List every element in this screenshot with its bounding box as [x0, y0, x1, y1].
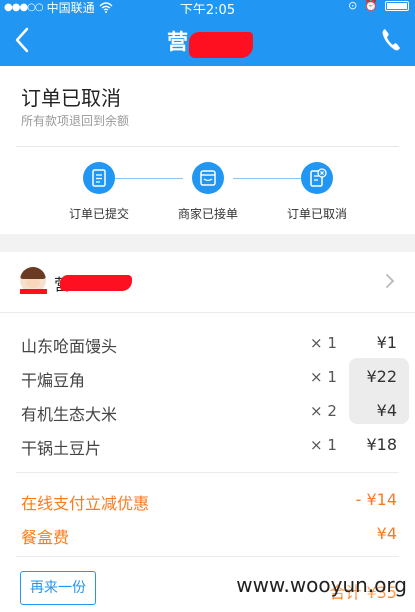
redaction-mark	[189, 32, 253, 58]
status-icons: ⊙ ⏰	[348, 0, 409, 12]
order-item: 山东呛面馒头 × 1 ¥1	[0, 328, 415, 360]
divider	[16, 146, 399, 147]
alarm-icon: ⏰	[364, 0, 378, 12]
divider	[0, 312, 415, 313]
watermark: www.wooyun.org	[236, 573, 407, 597]
item-price: ¥1	[376, 333, 397, 352]
store-icon	[192, 162, 224, 194]
step-label: 订单已提交	[68, 207, 129, 221]
step-order-submitted: 订单已提交	[54, 162, 144, 222]
document-icon	[83, 162, 115, 194]
redaction-mark	[20, 289, 47, 294]
battery-icon	[385, 0, 409, 11]
discount-row: 在线支付立减优惠 - ¥14	[0, 487, 415, 515]
item-price: ¥22	[366, 367, 397, 386]
nav-bar: 营	[0, 14, 415, 66]
step-label: 订单已取消	[286, 207, 347, 221]
chevron-right-icon[interactable]	[383, 272, 397, 290]
divider	[16, 556, 399, 557]
fee-name: 餐盒费	[21, 528, 70, 547]
fee-amount: - ¥14	[355, 490, 397, 509]
shop-row[interactable]: 营	[0, 252, 415, 312]
redaction-mark	[60, 275, 132, 291]
cancelled-document-icon	[301, 162, 333, 194]
back-icon[interactable]	[8, 22, 38, 58]
phone-icon[interactable]	[379, 26, 403, 54]
step-order-cancelled: 订单已取消	[272, 162, 362, 222]
order-item: 干锅土豆片 × 1 ¥18	[0, 430, 415, 462]
order-status-title: 订单已取消	[21, 86, 121, 110]
reorder-button[interactable]: 再来一份	[20, 571, 96, 605]
order-status-subtitle: 所有款项退回到余额	[21, 114, 130, 128]
step-label: 商家已接单	[177, 207, 238, 221]
item-quantity: × 2	[310, 402, 337, 420]
lock-rotation-icon: ⊙	[348, 0, 358, 12]
item-name: 干煸豆角	[21, 371, 86, 390]
order-item: 干煸豆角 × 1 ¥22	[0, 362, 415, 394]
item-name: 有机生态大米	[21, 405, 118, 424]
item-quantity: × 1	[310, 368, 337, 386]
item-price: ¥18	[366, 435, 397, 454]
divider	[16, 472, 399, 473]
item-name: 山东呛面馒头	[21, 337, 118, 356]
order-item: 有机生态大米 × 2 ¥4	[0, 396, 415, 428]
fee-amount: ¥4	[376, 524, 397, 543]
item-quantity: × 1	[310, 436, 337, 454]
order-status-card: 订单已取消 所有款项退回到余额 订单已提交 商家已接单 订单已取消	[0, 66, 415, 234]
status-bar: ●●●○○ 中国联通 下午2:05 ⊙ ⏰	[0, 0, 415, 18]
item-price: ¥4	[376, 401, 397, 420]
item-quantity: × 1	[310, 334, 337, 352]
item-name: 干锅土豆片	[21, 439, 102, 458]
step-merchant-accepted: 商家已接单	[163, 162, 253, 222]
fee-name: 在线支付立减优惠	[21, 494, 150, 513]
packaging-fee-row: 餐盒费 ¥4	[0, 521, 415, 549]
